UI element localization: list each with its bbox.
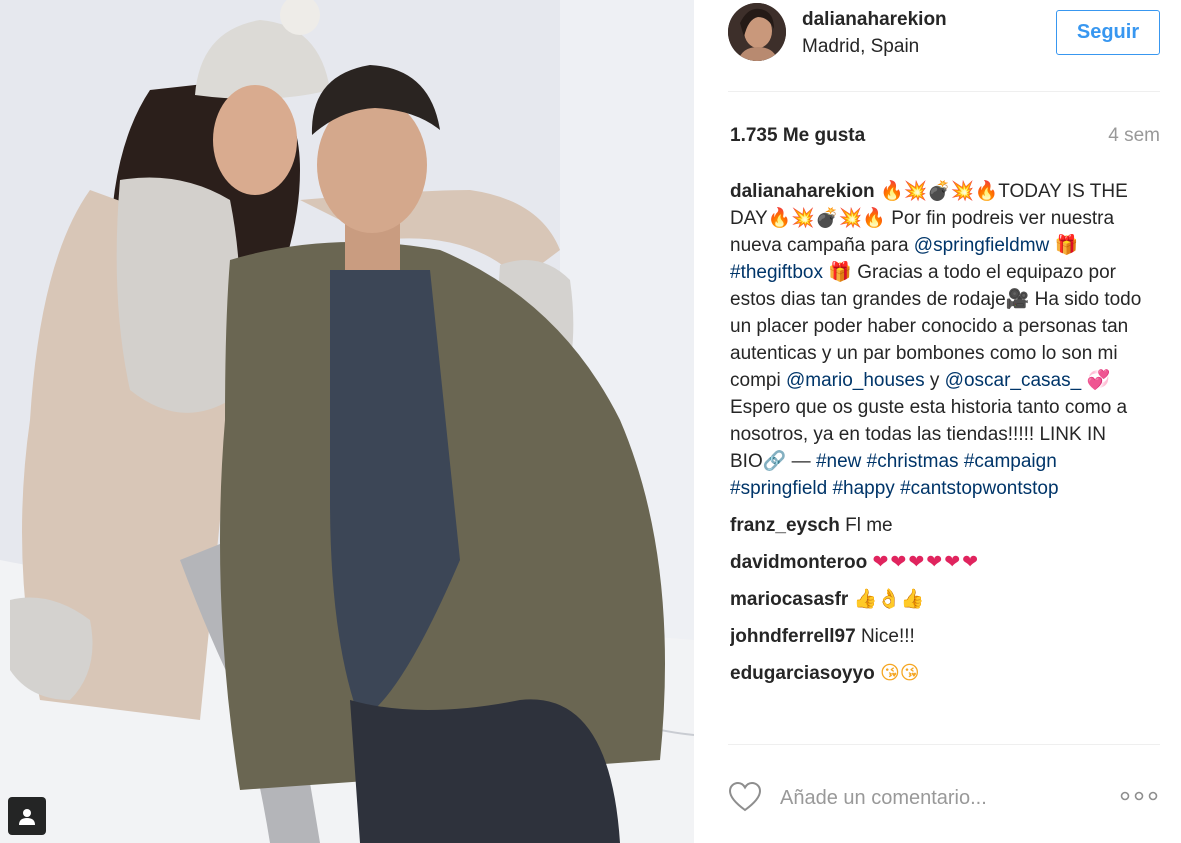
comment-text: 😘😘 — [879, 662, 920, 684]
comment-item: johndferrell97 Nice!!! — [730, 623, 1150, 650]
user-tag-button[interactable] — [8, 797, 46, 835]
more-options-icon[interactable] — [1120, 789, 1158, 803]
post-author-username[interactable]: dalianaharekion — [802, 9, 947, 31]
likes-row: 1.735 Me gusta 4 sem — [730, 125, 1160, 151]
hashtag-link[interactable]: #new — [816, 451, 861, 472]
avatar-image — [728, 3, 786, 61]
post-caption: dalianaharekion 🔥💥💣💥🔥TODAY IS THE DAY🔥💥💣… — [730, 178, 1144, 502]
mention-link[interactable]: @oscar_casas_ — [945, 370, 1082, 391]
post-sidebar: dalianaharekion Madrid, Spain Seguir 1.7… — [694, 0, 1181, 843]
likes-count[interactable]: 1.735 Me gusta — [730, 125, 865, 147]
heart-outline-icon[interactable] — [728, 781, 762, 813]
comment-text: 👍👌👍 — [853, 588, 925, 610]
comment-item: davidmonteroo ❤❤❤❤❤❤ — [730, 549, 1150, 576]
post-time[interactable]: 4 sem — [1108, 125, 1160, 147]
gift-emoji: 🎁 — [1054, 234, 1079, 256]
comment-username[interactable]: edugarciasoyyo — [730, 663, 875, 684]
comment-item: mariocasasfr 👍👌👍 — [730, 586, 1150, 613]
caption-text: — — [786, 451, 816, 472]
hashtag-link[interactable]: #happy — [832, 478, 894, 499]
hashtag-link[interactable]: #cantstopwontstop — [900, 478, 1058, 499]
post-header: dalianaharekion Madrid, Spain Seguir — [694, 0, 1181, 92]
divider — [728, 744, 1160, 745]
comments-list[interactable]: dalianaharekion 🔥💥💣💥🔥TODAY IS THE DAY🔥💥💣… — [730, 178, 1150, 744]
mention-link[interactable]: @mario_houses — [786, 370, 925, 391]
comment-username[interactable]: mariocasasfr — [730, 589, 848, 610]
camera-emoji: 🎥 — [1005, 288, 1030, 310]
comment-username[interactable]: davidmonteroo — [730, 552, 867, 573]
comment-input[interactable] — [780, 784, 1080, 812]
heart-emoji: 💞 — [1086, 369, 1111, 391]
hashtag-link[interactable]: #christmas — [867, 451, 959, 472]
gift-emoji: 🎁 — [828, 261, 852, 283]
hashtag-link[interactable]: #campaign — [964, 451, 1057, 472]
divider — [728, 91, 1160, 92]
mention-link[interactable]: @springfieldmw — [914, 235, 1049, 256]
follow-button[interactable]: Seguir — [1056, 10, 1160, 55]
fire-emoji-group: 🔥💥💣💥🔥 — [879, 180, 999, 202]
comment-item: franz_eysch Fl me — [730, 512, 1150, 539]
caption-username[interactable]: dalianaharekion — [730, 181, 875, 202]
photo-illustration — [0, 0, 694, 843]
post-photo[interactable] — [0, 0, 694, 843]
avatar[interactable] — [728, 3, 786, 61]
post-location[interactable]: Madrid, Spain — [802, 36, 919, 58]
hashtag-link[interactable]: #thegiftbox — [730, 262, 823, 283]
link-emoji: 🔗 — [762, 450, 787, 472]
person-icon — [19, 809, 35, 825]
hashtag-link[interactable]: #springfield — [730, 478, 827, 499]
comment-text: ❤❤❤❤❤❤ — [872, 551, 981, 573]
fire-emoji-group: 🔥💥💣💥🔥 — [767, 207, 886, 229]
comment-item: edugarciasoyyo 😘😘 — [730, 660, 1150, 687]
comment-text: Fl me — [845, 515, 893, 536]
comment-text: Nice!!! — [860, 626, 915, 647]
post-actions — [694, 772, 1181, 822]
comment-username[interactable]: johndferrell97 — [730, 626, 856, 647]
comment-username[interactable]: franz_eysch — [730, 515, 840, 536]
caption-text: y — [924, 370, 945, 391]
